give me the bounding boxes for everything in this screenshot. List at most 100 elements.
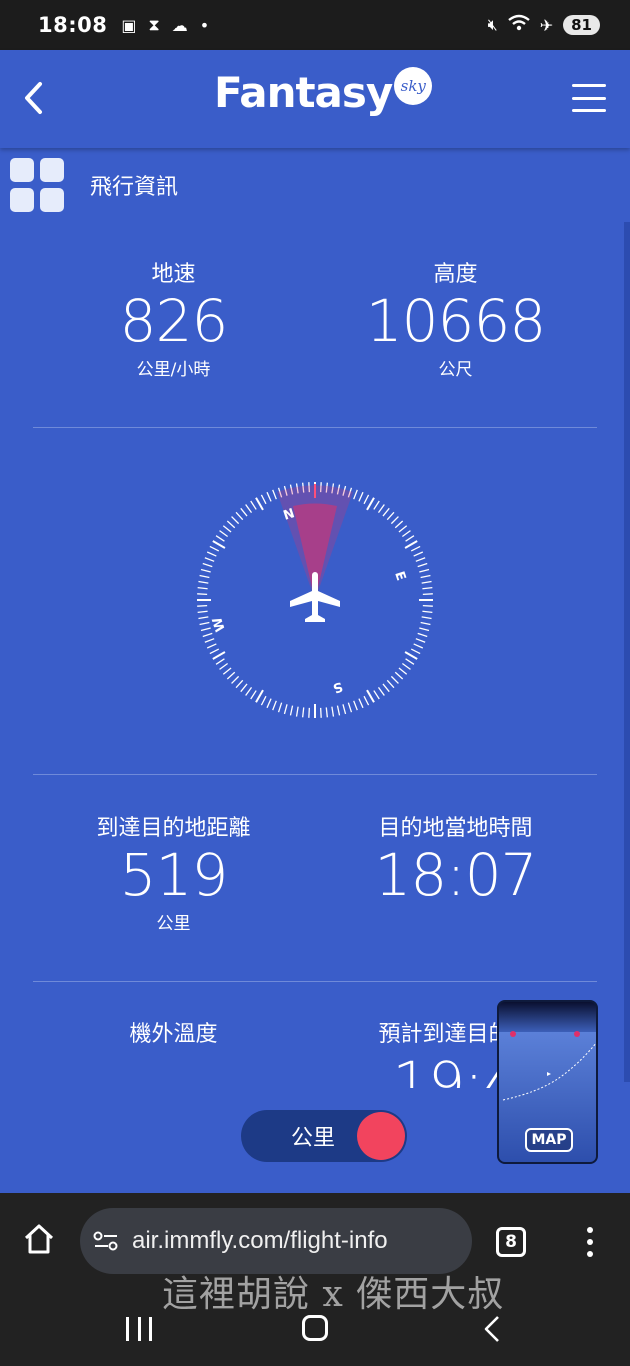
compass-tick bbox=[272, 700, 277, 711]
compass-tick bbox=[255, 497, 264, 511]
mute-icon: 🔇︎ bbox=[487, 15, 498, 34]
compass-tick bbox=[377, 686, 385, 696]
altitude-stat: 高度 10668 公尺 bbox=[298, 256, 613, 380]
ground-speed-label: 地速 bbox=[151, 262, 196, 287]
compass-tick bbox=[353, 489, 358, 500]
compass-tick bbox=[231, 675, 240, 684]
logo-text: Fantasy bbox=[214, 68, 393, 117]
compass-tick bbox=[417, 632, 428, 638]
back-button[interactable] bbox=[20, 80, 50, 116]
recent-apps-icon[interactable] bbox=[126, 1317, 152, 1341]
compass-tick bbox=[226, 671, 236, 680]
compass-w-label: W bbox=[210, 615, 229, 633]
nav-back-icon[interactable] bbox=[482, 1315, 502, 1343]
system-icons: 🔇︎ ✈ 81 bbox=[488, 14, 600, 36]
compass-tick bbox=[419, 627, 430, 632]
local-time-value: 18:07 bbox=[374, 841, 537, 909]
grid-menu-icon[interactable] bbox=[10, 158, 64, 212]
outside-temp-label: 機外溫度 bbox=[129, 1022, 218, 1047]
compass-tick bbox=[336, 705, 341, 716]
nav-home-icon[interactable] bbox=[302, 1315, 328, 1341]
compass-tick bbox=[302, 707, 305, 718]
altitude-label: 高度 bbox=[433, 262, 478, 287]
compass-tick bbox=[206, 551, 217, 557]
compass-tick bbox=[235, 679, 244, 689]
unit-toggle-knob[interactable] bbox=[357, 1112, 405, 1160]
compass-tick bbox=[260, 695, 267, 706]
scrollbar[interactable] bbox=[624, 222, 630, 1082]
logo-badge: sky bbox=[394, 66, 433, 105]
compass-tick bbox=[197, 605, 208, 607]
compass-tick bbox=[405, 535, 415, 542]
compass-tick bbox=[422, 587, 433, 590]
hamburger-menu-icon[interactable] bbox=[572, 84, 606, 112]
compass-tick bbox=[386, 511, 395, 521]
compass-tick bbox=[250, 500, 257, 510]
hourglass-icon: ⧗ bbox=[148, 15, 160, 34]
compass-tick bbox=[325, 707, 328, 718]
compass-tick bbox=[331, 706, 335, 717]
compass-tick bbox=[295, 706, 299, 717]
compass-tick bbox=[266, 698, 272, 709]
compass-tick bbox=[394, 520, 404, 529]
tab-switcher-button[interactable]: 8 bbox=[496, 1227, 526, 1257]
watermark: 這裡胡說 x 傑西大叔 bbox=[162, 1274, 505, 1315]
compass-tick bbox=[363, 494, 370, 505]
compass-tick bbox=[199, 574, 210, 579]
compass-tick bbox=[198, 616, 209, 620]
compass-tick bbox=[226, 520, 236, 529]
airplane-icon bbox=[290, 572, 340, 622]
compass-tick bbox=[202, 562, 213, 568]
unit-toggle[interactable]: 公里 bbox=[241, 1110, 407, 1162]
app-header: Fantasy sky bbox=[0, 50, 630, 148]
compass-tick bbox=[260, 494, 267, 505]
compass-tick bbox=[240, 507, 248, 517]
compass-tick bbox=[308, 707, 310, 718]
compass-tick bbox=[420, 621, 431, 626]
home-icon[interactable] bbox=[22, 1223, 56, 1255]
compass-tick bbox=[289, 705, 294, 716]
wifi-icon bbox=[507, 14, 530, 36]
compass-tick bbox=[373, 500, 380, 510]
compass-tick bbox=[250, 690, 257, 700]
compass-tick bbox=[363, 695, 370, 706]
compass-tick bbox=[245, 686, 253, 696]
distance-label: 到達目的地距離 bbox=[96, 816, 251, 841]
compass-tick bbox=[413, 643, 424, 649]
compass-e-label: E bbox=[391, 570, 408, 583]
compass-tick bbox=[417, 562, 428, 568]
compass-tick bbox=[398, 667, 408, 675]
compass-tick bbox=[404, 540, 418, 549]
distance-value: 519 bbox=[119, 841, 229, 909]
cloud-icon: ☁ bbox=[171, 15, 188, 35]
compass-tick bbox=[421, 580, 432, 584]
compass-tick bbox=[358, 491, 364, 502]
compass-tick bbox=[212, 651, 226, 660]
compass-tick bbox=[283, 704, 288, 715]
compass-tick bbox=[204, 638, 215, 643]
compass-tick bbox=[386, 679, 395, 689]
url-text: air.immfly.com/flight-info bbox=[132, 1227, 388, 1254]
site-settings-icon[interactable] bbox=[92, 1229, 120, 1253]
compass-tick bbox=[358, 698, 364, 709]
compass-tick bbox=[266, 491, 272, 502]
minimap-thumbnail[interactable]: MAP bbox=[497, 1000, 598, 1164]
unit-toggle-label: 公里 bbox=[291, 1126, 336, 1151]
compass-tick bbox=[353, 700, 358, 711]
compass-tick bbox=[398, 525, 408, 533]
compass-tick bbox=[235, 511, 244, 521]
compass-tick bbox=[382, 683, 390, 693]
ground-speed-stat: 地速 826 公里/小時 bbox=[16, 256, 331, 380]
compass-tick bbox=[277, 702, 283, 713]
compass-tick bbox=[390, 516, 399, 525]
compass-tick bbox=[394, 671, 404, 680]
more-options-icon[interactable] bbox=[586, 1227, 594, 1257]
local-time-label: 目的地當地時間 bbox=[378, 816, 533, 841]
flight-info-panel: 飛行資訊 地速 826 公里/小時 高度 10668 公尺 N E S W 到達… bbox=[0, 148, 630, 1193]
map-button[interactable]: MAP bbox=[525, 1128, 573, 1152]
compass-tick bbox=[219, 662, 229, 670]
compass-tick bbox=[245, 504, 253, 514]
local-time-stat: 目的地當地時間 18:07 bbox=[298, 810, 613, 909]
compass-tick bbox=[272, 489, 277, 500]
compass-tick bbox=[197, 610, 208, 613]
